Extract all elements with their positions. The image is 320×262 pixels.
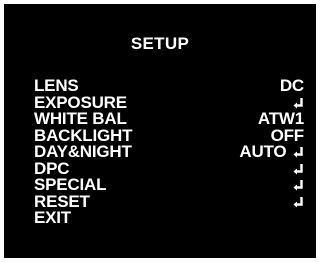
setup-menu: LENS DC EXPOSURE WHITE BAL ATW1 BACKLIGH… (34, 76, 304, 227)
value-text: AUTO (239, 142, 287, 161)
menu-item-reset[interactable]: RESET (34, 193, 304, 211)
menu-item-value (291, 161, 304, 178)
menu-item-value: AUTO (239, 142, 304, 161)
osd-title: SETUP (130, 34, 190, 53)
menu-item-value (291, 194, 304, 211)
enter-return-icon (293, 196, 304, 208)
enter-return-icon (293, 146, 304, 158)
menu-item-exit[interactable]: EXIT (34, 208, 304, 227)
value-text: DC (279, 76, 304, 95)
menu-item-value: DC (279, 76, 304, 95)
menu-item-value (291, 177, 304, 194)
enter-return-icon (293, 163, 304, 175)
enter-return-icon (293, 179, 304, 191)
menu-item-day-night[interactable]: DAY&NIGHT AUTO (34, 142, 304, 161)
enter-return-icon (293, 97, 304, 109)
menu-item-label: EXIT (34, 208, 71, 227)
osd-screen: SETUP LENS DC EXPOSURE WHITE BAL ATW1 BA… (4, 4, 316, 258)
